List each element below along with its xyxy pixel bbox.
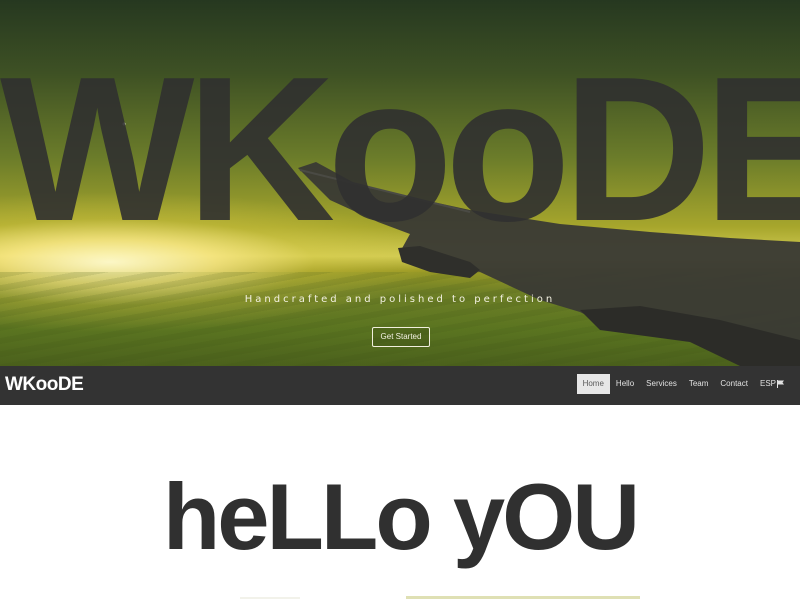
get-started-button[interactable]: Get Started [372, 327, 430, 347]
section-heading: heLLo yOU [162, 464, 640, 569]
hero-title: WKooDE [0, 34, 800, 264]
nav-item-contact[interactable]: Contact [714, 374, 754, 394]
nav-item-home[interactable]: Home [576, 374, 610, 394]
brand-logo[interactable]: WKooDE [5, 373, 84, 397]
nav-item-label: ESP [759, 379, 776, 388]
nav-item-hello[interactable]: Hello [610, 374, 640, 394]
nav-item-label: Services [646, 379, 677, 388]
nav-item-team[interactable]: Team [683, 374, 715, 394]
nav-item-esp[interactable]: ESP [754, 374, 790, 394]
nav-item-label: Hello [615, 379, 635, 388]
nav-item-label: Contact [720, 379, 748, 388]
accent-divider-line [406, 596, 640, 599]
main-navbar: WKooDE Home Hello Services Team Contact … [0, 366, 800, 405]
flag-icon [777, 380, 784, 388]
hello-section: heLLo yOU [0, 405, 800, 600]
nav-item-label: Home [582, 379, 604, 388]
nav-menu: Home Hello Services Team Contact ESP [576, 374, 790, 394]
nav-item-services[interactable]: Services [640, 374, 683, 394]
hero-section: WKooDE Handcrafted and polished to perfe… [0, 0, 800, 366]
nav-item-label: Team [688, 379, 709, 388]
divider-line-left [240, 597, 300, 599]
hero-tagline: Handcrafted and polished to perfection [244, 294, 556, 305]
